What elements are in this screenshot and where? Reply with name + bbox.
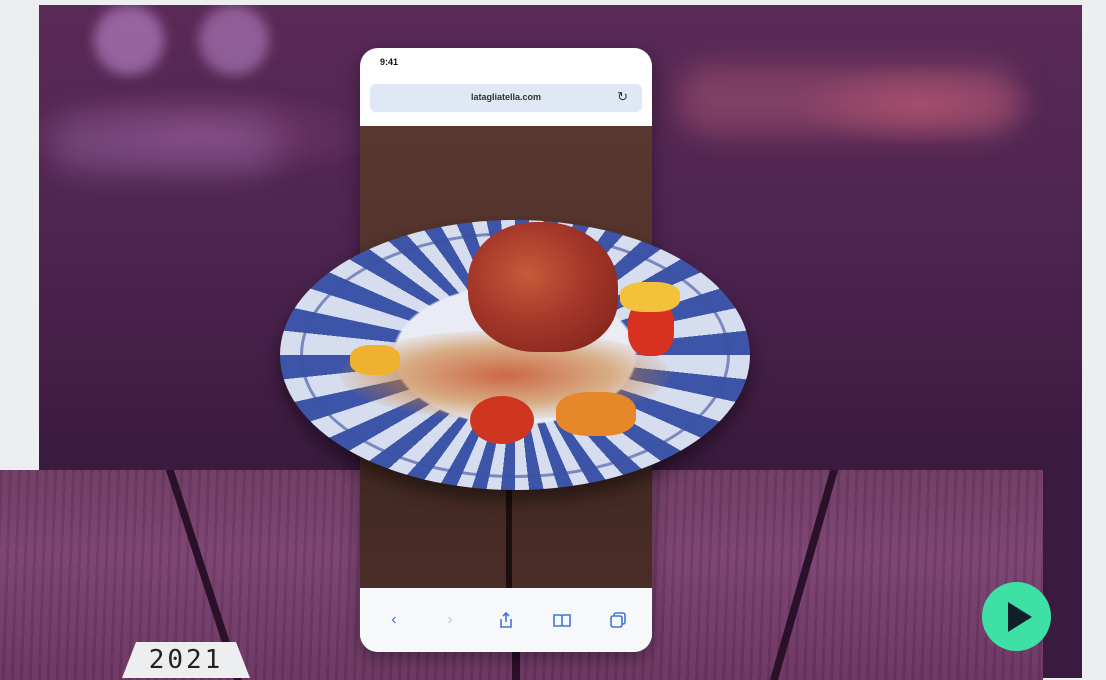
play-icon: [1007, 601, 1032, 632]
food-main: [468, 222, 618, 352]
book-icon[interactable]: [548, 606, 576, 634]
address-bar[interactable]: latagliatella.com ↻: [370, 84, 642, 112]
chevron-left-icon[interactable]: ‹: [380, 606, 408, 634]
pepper: [470, 396, 534, 444]
status-time: 9:41: [380, 57, 399, 67]
browser-toolbar: ‹ ›: [360, 588, 652, 652]
share-icon[interactable]: [492, 606, 520, 634]
bokeh-light: [199, 5, 269, 75]
reload-icon[interactable]: ↻: [617, 89, 628, 105]
bokeh-light: [94, 5, 164, 75]
chevron-right-icon[interactable]: ›: [436, 606, 464, 634]
bokeh-light: [49, 115, 279, 175]
url-text: latagliatella.com: [470, 92, 542, 102]
bokeh-light: [679, 65, 1019, 135]
tabs-icon[interactable]: [604, 606, 632, 634]
pepper: [620, 282, 680, 312]
year-tab: 2021: [122, 642, 250, 678]
play-button[interactable]: [982, 582, 1051, 651]
year-label: 2021: [148, 645, 224, 675]
pepper: [350, 345, 400, 375]
pepper: [556, 392, 636, 436]
